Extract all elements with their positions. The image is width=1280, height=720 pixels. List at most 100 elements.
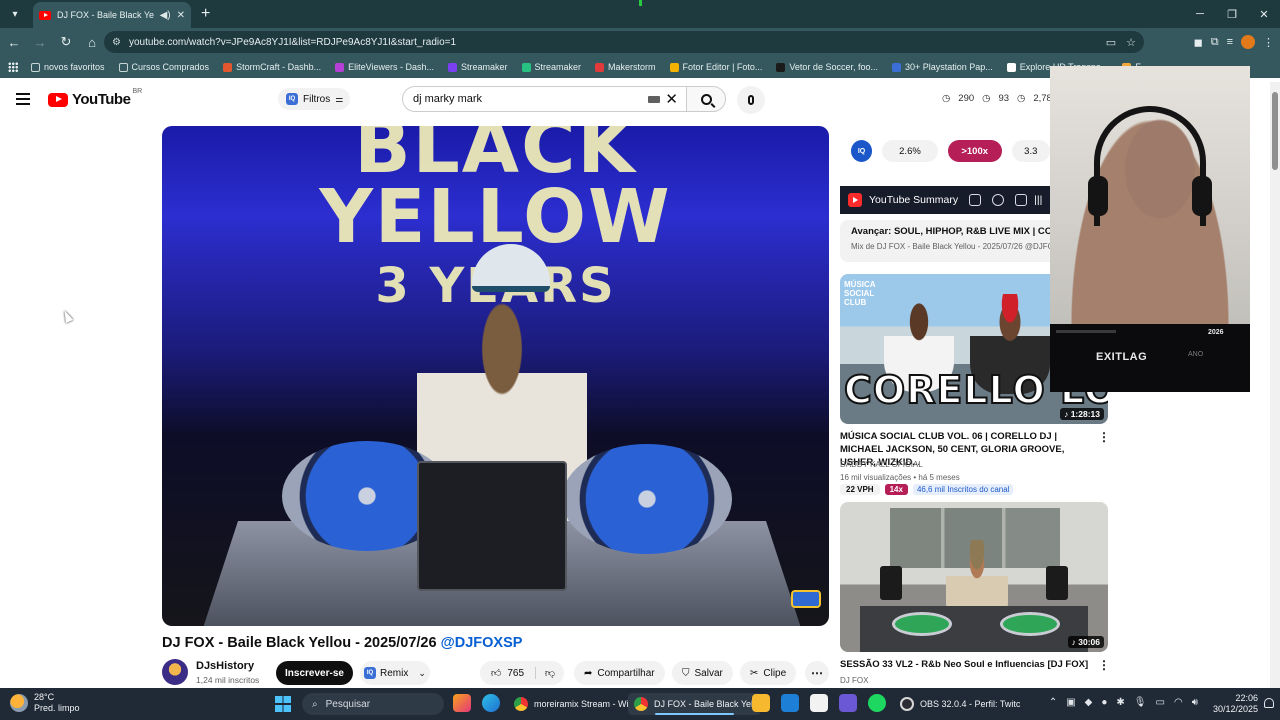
bookmark-item[interactable]: Fotor Editor | Foto...: [663, 62, 770, 72]
summary-openai-icon[interactable]: [992, 194, 1005, 206]
recommended-channel[interactable]: DJ FOX: [840, 674, 868, 687]
restore-icon[interactable]: ❐: [1216, 0, 1248, 28]
taskbar-clock[interactable]: 22:06 30/12/2025: [1213, 693, 1258, 715]
site-info-icon[interactable]: ⚙: [112, 37, 121, 48]
more-options-icon[interactable]: ⋮: [1098, 430, 1110, 444]
profile-avatar[interactable]: [1241, 35, 1255, 49]
close-window-icon[interactable]: ✕: [1248, 0, 1280, 28]
tray-display-icon[interactable]: ▭: [1156, 697, 1165, 708]
youtube-summary-bar[interactable]: YouTube Summary |||: [840, 186, 1054, 214]
taskbar-task[interactable]: moreiramix Stream - Wi: [508, 693, 635, 715]
recommended-thumbnail[interactable]: ♪ 30:06: [840, 502, 1108, 652]
weather-temp: 28°C: [34, 692, 55, 702]
copilot-icon[interactable]: [453, 694, 471, 712]
stat-clock-icon: ◷: [942, 93, 951, 104]
recommended-meta: 16 mil visualizações • há 5 meses: [840, 473, 960, 482]
notification-bell-icon[interactable]: [1264, 698, 1274, 708]
extension-icon[interactable]: ◼: [1194, 36, 1203, 49]
duration-badge: ♪ 30:06: [1067, 636, 1104, 648]
summary-waveform-icon[interactable]: |||: [1034, 194, 1042, 206]
chevron-down-icon[interactable]: ⌄: [418, 668, 426, 679]
scissors-icon: ✂: [750, 667, 759, 679]
keyboard-icon[interactable]: [648, 96, 660, 103]
clear-search-icon[interactable]: ✕: [665, 90, 678, 108]
forward-icon[interactable]: →: [28, 30, 52, 54]
windows-start-icon[interactable]: [275, 696, 291, 712]
channel-name[interactable]: DJsHistory: [196, 660, 254, 672]
search-input[interactable]: dj marky mark ✕: [402, 86, 686, 112]
file-explorer-icon[interactable]: [752, 694, 770, 712]
weather-widget[interactable]: 28°C Pred. limpo: [10, 692, 80, 714]
bookmark-star-icon[interactable]: ☆: [1126, 36, 1136, 49]
tray-wifi-icon[interactable]: ◠: [1174, 697, 1183, 708]
save-button[interactable]: ⛉ Salvar: [672, 661, 733, 685]
speaker-icon[interactable]: ◀): [160, 10, 171, 21]
music-note-icon: ♪: [1064, 409, 1071, 419]
iq-logo[interactable]: IQ: [851, 140, 873, 162]
youtube-logo[interactable]: YouTube BR: [48, 88, 142, 108]
extensions-puzzle-icon[interactable]: ⧉: [1211, 36, 1219, 49]
video-title-mention[interactable]: @DJFOXSP: [441, 635, 523, 651]
tray-app-icon[interactable]: ▣: [1066, 697, 1075, 708]
tray-overflow-icon[interactable]: ⌃: [1049, 697, 1057, 708]
summary-youtube-icon[interactable]: [969, 194, 982, 206]
back-icon[interactable]: ←: [2, 30, 26, 54]
page-scrollbar[interactable]: [1270, 82, 1280, 688]
tab-search-icon[interactable]: ▾: [3, 4, 27, 24]
taskbar-task-active[interactable]: DJ FOX - Baile Black Yell: [628, 693, 762, 715]
task-label: moreiramix Stream - Wi: [534, 699, 629, 709]
search-button[interactable]: [686, 86, 726, 112]
summary-glasses-icon[interactable]: [1015, 194, 1028, 206]
outlook-icon[interactable]: [781, 694, 799, 712]
bookmark-item[interactable]: 30+ Playstation Pap...: [885, 62, 1000, 72]
tray-mic-icon[interactable]: 🎙︎: [1134, 697, 1147, 708]
more-actions-icon[interactable]: ⋯: [805, 661, 829, 685]
install-app-icon[interactable]: ▭: [1106, 36, 1116, 49]
filters-button[interactable]: IQ Filtros ⚌: [278, 88, 350, 110]
reload-icon[interactable]: ↻: [54, 30, 78, 54]
minimize-icon[interactable]: ─: [1184, 0, 1216, 28]
subscribe-button[interactable]: Inscrever-se: [276, 661, 353, 685]
up-next-box[interactable]: Avançar: SOUL, HIPHOP, R&B LIVE MIX | CO…: [840, 220, 1054, 262]
dislike-button[interactable]: 👎︎: [536, 667, 564, 679]
tray-app-icon[interactable]: ✱: [1116, 697, 1124, 708]
new-tab-icon[interactable]: +: [201, 5, 210, 23]
store-icon[interactable]: [810, 694, 828, 712]
bookmark-item[interactable]: StormCraft - Dashb...: [216, 62, 328, 72]
tray-volume-icon[interactable]: 🔊︎: [1192, 697, 1198, 708]
menu-icon[interactable]: [16, 93, 30, 105]
apps-grid-icon[interactable]: [8, 62, 18, 72]
browser-tab-active[interactable]: DJ FOX - Baile Black Yellou ◀) ✕: [33, 2, 191, 28]
bookmark-item[interactable]: Cursos Comprados: [112, 62, 217, 72]
voice-search-button[interactable]: [737, 86, 765, 114]
share-button[interactable]: ➦ Compartilhar: [574, 661, 665, 685]
edge-icon[interactable]: [482, 694, 500, 712]
bookmark-item[interactable]: Streamaker: [515, 62, 589, 72]
browser-menu-icon[interactable]: ⋮: [1263, 36, 1274, 49]
taskbar-search[interactable]: ⌕ Pesquisar: [302, 693, 444, 715]
channel-avatar[interactable]: [162, 659, 188, 685]
taskbar-task[interactable]: OBS 32.0.4 - Perfil: Twitc: [894, 693, 1026, 715]
media-controls-icon[interactable]: ≡: [1227, 36, 1233, 48]
tray-app-icon[interactable]: ◆: [1085, 697, 1093, 708]
bookmark-item[interactable]: Streamaker: [441, 62, 515, 72]
bookmark-item[interactable]: EliteViewers - Dash...: [328, 62, 441, 72]
clip-button[interactable]: ✂ Clipe: [740, 661, 797, 685]
home-icon[interactable]: ⌂: [80, 30, 104, 54]
more-options-icon[interactable]: ⋮: [1098, 658, 1110, 672]
scrollbar-thumb[interactable]: [1272, 92, 1278, 170]
bookmark-item[interactable]: Makerstorm: [588, 62, 663, 72]
bookmark-item[interactable]: novos favoritos: [24, 62, 112, 72]
remix-button[interactable]: IQ Remix ⌄: [360, 661, 430, 685]
video-title-text: DJ FOX - Baile Black Yellou - 2025/07/26: [162, 635, 437, 651]
like-button[interactable]: 👍︎ 765: [480, 667, 536, 679]
tray-app-icon[interactable]: ●: [1101, 697, 1107, 708]
close-tab-icon[interactable]: ✕: [177, 10, 185, 21]
teams-icon[interactable]: [839, 694, 857, 712]
bookmark-item[interactable]: Vetor de Soccer, foo...: [769, 62, 885, 72]
recommended-title[interactable]: SESSÃO 33 VL2 - R&b Neo Soul e Influenci…: [840, 658, 1090, 671]
video-player[interactable]: BLACK YELLOW 3 YEARS: [162, 126, 829, 626]
recommended-channel[interactable]: DADDY KALL OFICIAL: [840, 458, 923, 471]
address-bar[interactable]: ⚙ youtube.com/watch?v=JPe9Ac8YJ1I&list=R…: [104, 31, 1144, 53]
spotify-icon[interactable]: [868, 694, 886, 712]
